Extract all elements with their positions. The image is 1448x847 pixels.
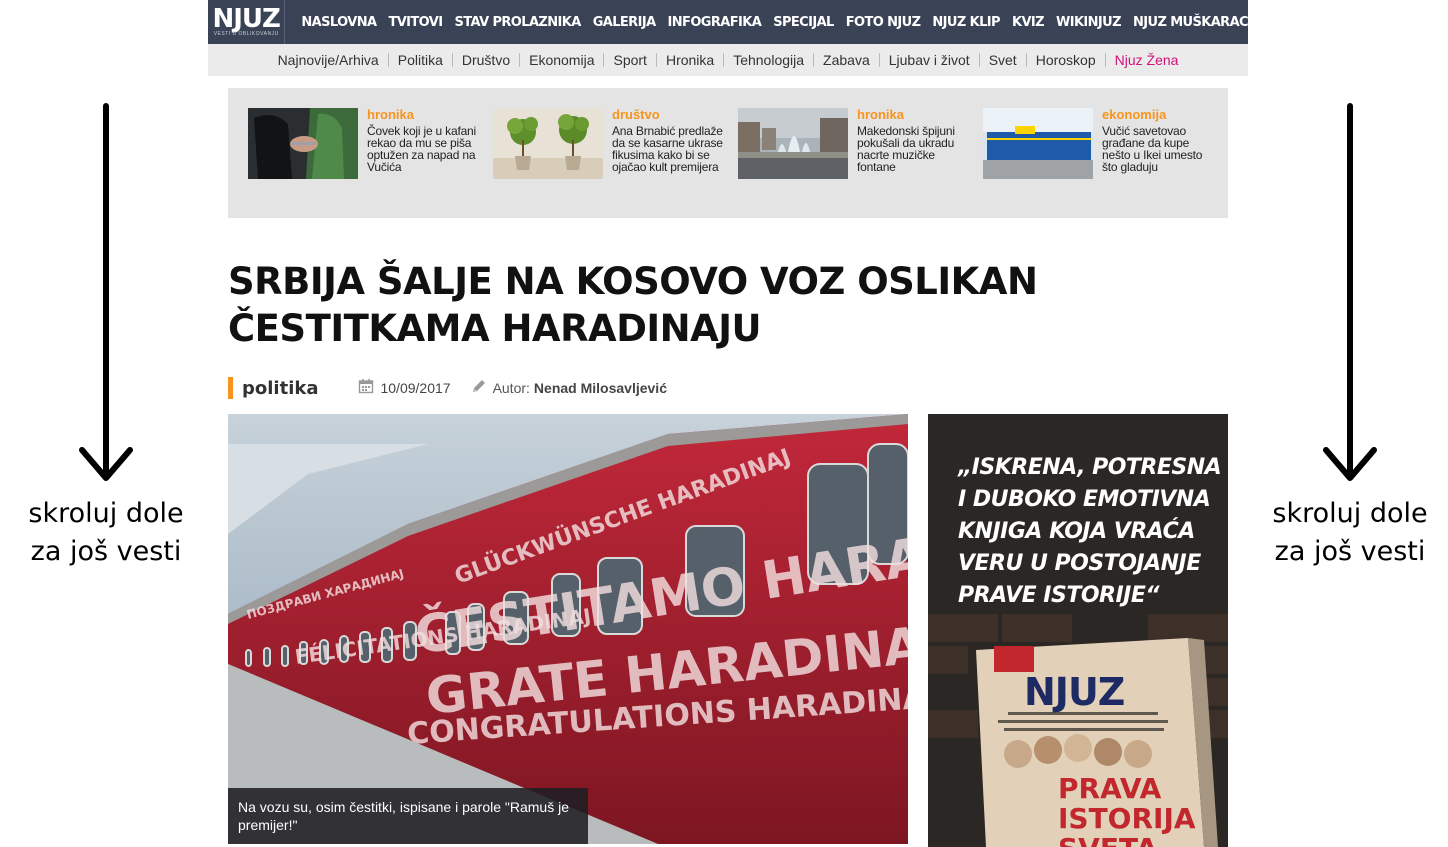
category-menu: Najnovije/Arhiva Politika Društvo Ekonom…: [269, 53, 1188, 67]
article-title-line-2: ČESTITKAMA HARADINAJU: [228, 307, 762, 350]
teaser-thumbnail[interactable]: [248, 108, 358, 179]
category-njuz-zena[interactable]: Njuz Žena: [1104, 53, 1188, 67]
category-tehnologija[interactable]: Tehnologija: [723, 53, 813, 67]
scroll-hint-line-2: za još vesti: [1274, 536, 1426, 567]
category-politika[interactable]: Politika: [387, 53, 452, 67]
logo-text: NJUZ: [212, 4, 281, 34]
author-label: Autor:: [492, 380, 530, 396]
book-brand-logo: NJUZ: [1024, 670, 1125, 714]
teaser-category[interactable]: hronika: [857, 107, 904, 122]
book-advertisement[interactable]: „ISKRENA, POTRESNA I DUBOKO EMOTIVNA KNJ…: [928, 414, 1228, 847]
calendar-icon: [358, 378, 374, 399]
main-menu: NASLOVNA TVITOVI STAV PROLAZNIKA GALERIJ…: [285, 15, 1248, 30]
image-caption: Na vozu su, osim čestitki, ispisane i pa…: [228, 788, 588, 844]
teaser-card[interactable]: hronika Čovek koji je u kafani rekao da …: [248, 107, 479, 208]
category-najnovije-arhiva[interactable]: Najnovije/Arhiva: [269, 53, 388, 67]
category-zabava[interactable]: Zabava: [813, 53, 879, 67]
article-title: SRBIJA ŠALJE NA KOSOVO VOZ OSLIKAN ČESTI…: [228, 258, 1128, 352]
nav-item-wikinjuz[interactable]: WIKINJUZ: [1056, 15, 1122, 30]
category-sport[interactable]: Sport: [603, 53, 655, 67]
teaser-title[interactable]: Vučić savetovao građane da kupe nešto u …: [1102, 125, 1214, 173]
article-author[interactable]: Nenad Milosavljević: [534, 380, 667, 396]
category-horoskop[interactable]: Horoskop: [1025, 53, 1105, 67]
arrow-down-icon: [79, 103, 133, 481]
teaser-category[interactable]: ekonomija: [1102, 107, 1166, 122]
teaser-thumbnail[interactable]: [493, 108, 603, 179]
related-news-strip: hronika Čovek koji je u kafani rekao da …: [228, 88, 1228, 218]
category-ljubav-i-zivot[interactable]: Ljubav i život: [878, 53, 979, 67]
teaser-thumbnail[interactable]: [738, 108, 848, 179]
article-date: 10/09/2017: [380, 380, 451, 396]
teaser-title[interactable]: Čovek koji je u kafani rekao da mu se pi…: [367, 125, 479, 173]
article-title-line-1: SRBIJA ŠALJE NA KOSOVO VOZ OSLIKAN: [228, 260, 1038, 303]
train-photo: GLÜCKWÜNSCHE HARADINAJ ČESTITAMO HARADIN…: [228, 414, 908, 844]
nav-item-infografika[interactable]: INFOGRAFIKA: [668, 15, 762, 30]
category-navigation-bar: Najnovije/Arhiva Politika Društvo Ekonom…: [208, 44, 1248, 76]
ad-quote: „ISKRENA, POTRESNA I DUBOKO EMOTIVNA KNJ…: [958, 455, 1222, 608]
article-meta: politika 10/09/2017 Autor: Nenad Milosav…: [228, 376, 667, 400]
category-hronika[interactable]: Hronika: [655, 53, 723, 67]
arrow-down-icon: [1323, 103, 1377, 481]
pencil-icon: [471, 378, 487, 399]
article-section[interactable]: politika: [242, 378, 318, 399]
teaser-card[interactable]: hronika Makedonski špijuni pokušali da u…: [738, 107, 969, 208]
teaser-category[interactable]: hronika: [367, 107, 414, 122]
logo-tagline: VESTI U OBLIKOVANJU: [213, 31, 279, 37]
book-title-line-1: PRAVA: [1058, 772, 1162, 805]
teaser-title[interactable]: Ana Brnabić predlaže da se kasarne ukras…: [612, 125, 724, 173]
category-drustvo[interactable]: Društvo: [451, 53, 519, 67]
teaser-card[interactable]: društvo Ana Brnabić predlaže da se kasar…: [493, 107, 724, 208]
teaser-card[interactable]: ekonomija Vučić savetovao građane da kup…: [983, 107, 1214, 208]
category-svet[interactable]: Svet: [978, 53, 1026, 67]
left-scroll-hint: skroluj dole za još vesti: [6, 100, 206, 571]
book-title: PRAVA ISTORIJA SVETA: [1058, 774, 1196, 847]
scroll-hint-line-2: za još vesti: [30, 536, 182, 567]
article-main-image[interactable]: GLÜCKWÜNSCHE HARADINAJ ČESTITAMO HARADIN…: [228, 414, 908, 844]
nav-item-kviz[interactable]: KVIZ: [1012, 15, 1045, 30]
book-title-line-3: SVETA: [1058, 832, 1158, 847]
scroll-hint-line-1: skroluj dole: [28, 498, 184, 529]
nav-item-tvitovi[interactable]: TVITOVI: [388, 15, 443, 30]
top-navigation-bar: NJUZ VESTI U OBLIKOVANJU NASLOVNA TVITOV…: [208, 0, 1249, 44]
teaser-category[interactable]: društvo: [612, 107, 660, 122]
nav-item-stav-prolaznika[interactable]: STAV PROLAZNIKA: [454, 15, 581, 30]
nav-item-njuz-klip[interactable]: NJUZ KLIP: [932, 15, 1000, 30]
nav-item-foto-njuz[interactable]: FOTO NJUZ: [846, 15, 921, 30]
book-title-line-2: ISTORIJA: [1058, 802, 1196, 835]
section-accent-bar: [228, 377, 233, 399]
teaser-title[interactable]: Makedonski špijuni pokušali da ukradu na…: [857, 125, 969, 173]
right-scroll-hint: skroluj dole za još vesti: [1250, 100, 1448, 571]
category-ekonomija[interactable]: Ekonomija: [519, 53, 603, 67]
site-logo[interactable]: NJUZ VESTI U OBLIKOVANJU: [208, 0, 286, 44]
scroll-hint-line-1: skroluj dole: [1272, 498, 1428, 529]
nav-item-naslovna[interactable]: NASLOVNA: [301, 15, 377, 30]
nav-item-njuz-muskarac[interactable]: NJUZ MUŠKARAC: [1133, 15, 1249, 30]
teaser-thumbnail[interactable]: [983, 108, 1093, 179]
nav-item-galerija[interactable]: GALERIJA: [593, 15, 656, 30]
nav-item-specijal[interactable]: SPECIJAL: [773, 15, 834, 30]
